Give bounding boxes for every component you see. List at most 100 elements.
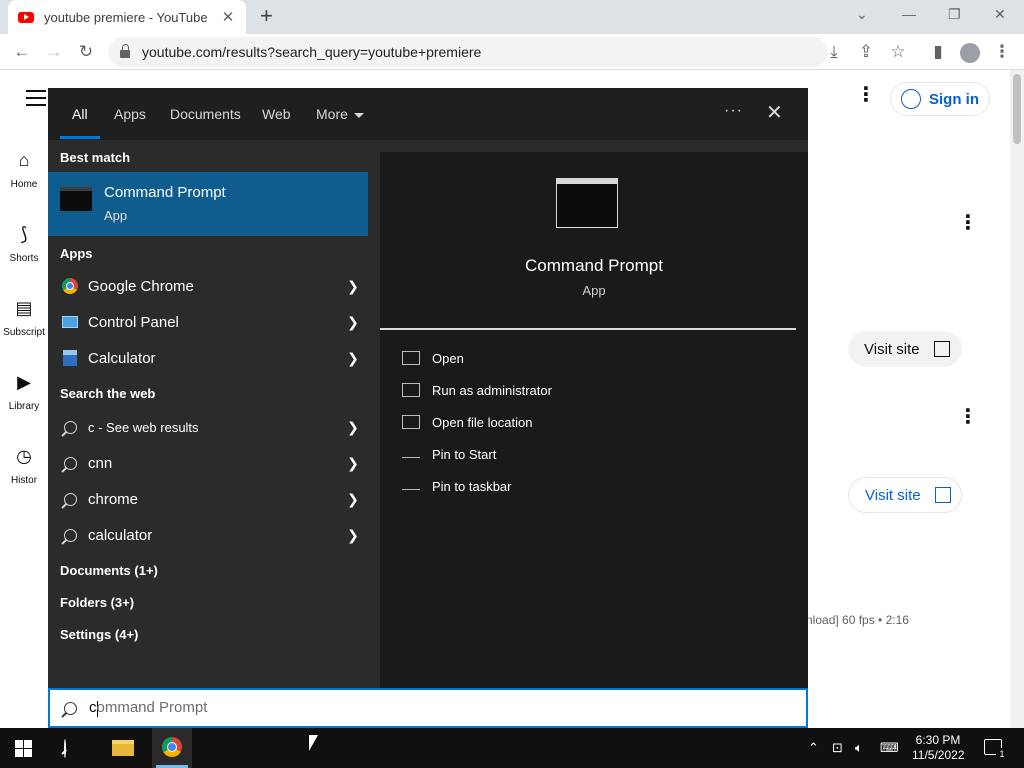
tab-close-icon[interactable]: ✕ xyxy=(220,8,236,26)
profile-avatar[interactable] xyxy=(960,43,980,63)
chevron-right-icon[interactable]: ❯ xyxy=(338,350,368,367)
web-result[interactable]: c - See web results ❯ xyxy=(48,409,368,445)
file-explorer-icon[interactable] xyxy=(112,740,134,756)
taskbar-search-button[interactable] xyxy=(64,739,66,758)
chevron-right-icon[interactable]: ❯ xyxy=(338,527,368,544)
tab-search-icon[interactable]: ⌄ xyxy=(856,6,868,23)
best-match-item[interactable]: Command Prompt App xyxy=(48,172,368,236)
typed-text: c xyxy=(89,699,97,717)
action-pin-to-taskbar[interactable]: Pin to taskbar xyxy=(402,476,512,496)
calculator-icon xyxy=(63,350,77,366)
result-label: chrome xyxy=(88,490,139,508)
video-menu-icon[interactable]: ⋮ xyxy=(958,213,978,233)
chevron-right-icon[interactable]: ❯ xyxy=(338,491,368,508)
windows-start-icon[interactable] xyxy=(15,740,32,757)
page-scrollbar[interactable] xyxy=(1010,70,1024,730)
tab-documents[interactable]: Documents xyxy=(170,106,241,122)
chevron-right-icon[interactable]: ❯ xyxy=(338,455,368,472)
chevron-right-icon[interactable]: ❯ xyxy=(338,314,368,331)
folders-category[interactable]: Folders (3+) xyxy=(60,595,134,610)
show-hidden-icons-icon[interactable]: ⌃ xyxy=(808,740,819,756)
tab-strip: youtube premiere - YouTube ✕ + ⌄ — ❐ ✕ xyxy=(0,0,1024,34)
open-icon xyxy=(402,351,420,365)
chevron-right-icon[interactable]: ❯ xyxy=(338,278,368,295)
tab-apps[interactable]: Apps xyxy=(114,106,146,122)
tab-more-label: More xyxy=(316,106,348,122)
sign-in-button[interactable]: Sign in xyxy=(890,82,990,116)
chrome-menu-icon[interactable]: ⋮ xyxy=(990,40,1014,64)
minimize-button[interactable]: — xyxy=(902,6,916,22)
side-panel-icon[interactable]: ▮ xyxy=(926,40,950,64)
close-window-button[interactable]: ✕ xyxy=(994,6,1006,23)
settings-category[interactable]: Settings (4+) xyxy=(60,627,138,642)
sidebar-item-label: Histor xyxy=(10,475,38,486)
hamburger-menu-icon[interactable] xyxy=(26,90,46,111)
chevron-right-icon[interactable]: ❯ xyxy=(338,419,368,436)
action-open-file-location[interactable]: Open file location xyxy=(402,412,532,432)
app-result-control-panel[interactable]: Control Panel ❯ xyxy=(48,304,368,340)
search-icon xyxy=(63,456,77,470)
tab-web[interactable]: Web xyxy=(262,106,291,122)
volume-icon[interactable]: 🔈︎ xyxy=(855,740,863,756)
keyboard-icon[interactable]: ⌨ xyxy=(880,740,899,756)
chrome-icon xyxy=(162,737,182,757)
sidebar-item-home[interactable]: ⌂ Home xyxy=(0,150,48,190)
search-input[interactable]: command Prompt xyxy=(48,688,808,728)
sidebar-item-label: Shorts xyxy=(9,253,39,264)
search-text[interactable]: command Prompt xyxy=(89,699,207,717)
action-pin-to-start[interactable]: Pin to Start xyxy=(402,444,496,464)
web-result[interactable]: cnn ❯ xyxy=(48,445,368,481)
back-button[interactable]: ← xyxy=(10,40,34,64)
history-icon: ◷ xyxy=(16,446,32,466)
external-link-icon xyxy=(934,487,951,503)
action-run-as-administrator[interactable]: Run as administrator xyxy=(402,380,552,400)
action-open[interactable]: Open xyxy=(402,348,464,368)
more-options-icon[interactable]: ··· xyxy=(724,102,743,120)
app-result-calculator[interactable]: Calculator ❯ xyxy=(48,340,368,376)
forward-button[interactable]: → xyxy=(42,40,66,64)
settings-kebab-icon[interactable]: ⋮ xyxy=(856,85,876,105)
file-icon xyxy=(402,415,420,429)
restore-button[interactable]: ❐ xyxy=(948,6,961,23)
sidebar-item-history[interactable]: ◷ Histor xyxy=(0,446,48,486)
browser-tab[interactable]: youtube premiere - YouTube ✕ xyxy=(8,0,246,34)
result-label: c - See web results xyxy=(88,419,199,435)
sidebar-item-label: Home xyxy=(10,179,38,190)
taskbar-chrome-button[interactable] xyxy=(152,728,192,768)
sidebar-item-library[interactable]: ▶ Library xyxy=(0,372,48,412)
clock[interactable]: 6:30 PM 11/5/2022 xyxy=(912,733,965,763)
preview-pane: Command Prompt App Open Run as administr… xyxy=(380,152,808,688)
apps-header: Apps xyxy=(60,246,93,261)
library-icon: ▶ xyxy=(17,372,31,392)
start-search-panel: All Apps Documents Web More ··· ✕ Best m… xyxy=(48,88,808,688)
visit-site-button[interactable]: Visit site xyxy=(848,477,962,513)
web-result[interactable]: chrome ❯ xyxy=(48,481,368,517)
sign-in-label: Sign in xyxy=(929,90,979,108)
action-label: Pin to Start xyxy=(432,446,497,462)
app-result-chrome[interactable]: Google Chrome ❯ xyxy=(48,268,368,304)
lock-icon[interactable] xyxy=(120,44,130,58)
bookmark-star-icon[interactable]: ☆ xyxy=(886,40,910,64)
action-label: Pin to taskbar xyxy=(432,478,512,494)
search-icon xyxy=(63,420,77,434)
documents-category[interactable]: Documents (1+) xyxy=(60,563,158,578)
video-menu-icon[interactable]: ⋮ xyxy=(958,407,978,427)
web-result[interactable]: calculator ❯ xyxy=(48,517,368,553)
sidebar-item-subscriptions[interactable]: ▤ Subscript xyxy=(0,298,48,338)
new-tab-button[interactable]: + xyxy=(260,5,273,27)
chrome-icon xyxy=(62,278,78,294)
network-icon[interactable]: ⊡ xyxy=(832,740,843,756)
search-filter-bar: All Apps Documents Web More ··· ✕ xyxy=(48,88,808,140)
reload-button[interactable]: ↻ xyxy=(74,40,98,64)
visit-site-button[interactable]: Visit site xyxy=(848,331,962,367)
search-icon xyxy=(64,701,77,715)
share-icon[interactable]: ⇪ xyxy=(854,40,878,64)
tab-all[interactable]: All xyxy=(72,106,88,122)
close-icon[interactable]: ✕ xyxy=(766,100,783,125)
install-icon[interactable]: ⤓ xyxy=(822,40,846,64)
address-bar[interactable]: youtube.com/results?search_query=youtube… xyxy=(108,37,828,67)
sidebar-item-shorts[interactable]: ⟆ Shorts xyxy=(0,224,48,264)
url-text[interactable]: youtube.com/results?search_query=youtube… xyxy=(142,44,481,60)
search-icon xyxy=(64,739,66,758)
tab-more[interactable]: More xyxy=(316,106,364,122)
